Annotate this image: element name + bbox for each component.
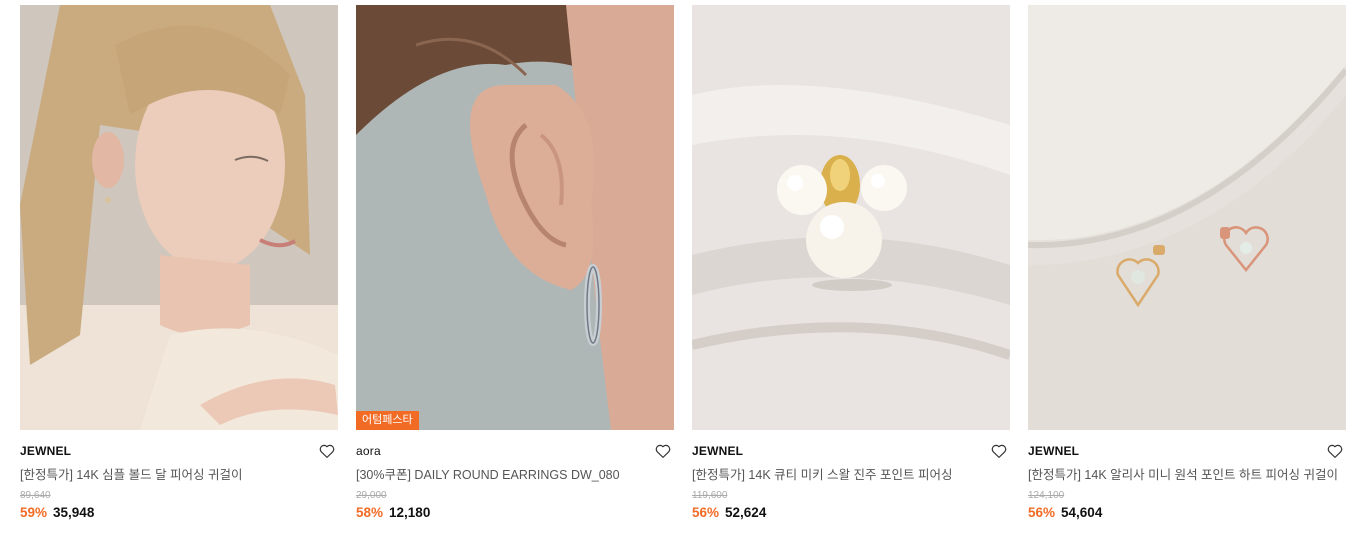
discount-rate: 56% [692,505,720,520]
brand-name[interactable]: JEWNEL [1028,444,1346,459]
promo-badge: 어텀페스타 [356,411,419,430]
product-image[interactable] [1028,5,1346,430]
product-name[interactable]: [한정특가] 14K 알리사 미니 원석 포인트 하트 피어싱 귀걸이 [1028,467,1346,483]
price-row: 58% 12,180 [356,505,674,521]
brand-name[interactable]: JEWNEL [692,444,1010,459]
original-price: 89,640 [20,490,51,501]
price-row: 56% 52,624 [692,505,1010,521]
discount-rate: 59% [20,505,48,520]
product-image[interactable] [692,5,1010,430]
price-row: 59% 35,948 [20,505,338,521]
original-price: 124,100 [1028,490,1065,501]
product-image[interactable]: 어텀페스타 [356,5,674,430]
product-name[interactable]: [30%쿠폰] DAILY ROUND EARRINGS DW_080 [356,467,674,483]
pearl-piercing-photo [692,5,1010,430]
sale-price: 12,180 [389,505,431,520]
discount-rate: 56% [1028,505,1056,520]
ear-earring-photo [356,5,674,430]
product-card[interactable]: JEWNEL [한정특가] 14K 알리사 미니 원석 포인트 하트 피어싱 귀… [1028,5,1346,521]
product-name[interactable]: [한정특가] 14K 큐티 미키 스왈 진주 포인트 피어싱 [692,467,1010,483]
heart-icon[interactable] [318,442,336,460]
price-row: 56% 54,604 [1028,505,1346,521]
brand-name[interactable]: JEWNEL [20,444,338,459]
sale-price: 54,604 [1061,505,1103,520]
heart-icon[interactable] [990,442,1008,460]
product-card[interactable]: JEWNEL [한정특가] 14K 심플 볼드 달 피어싱 귀걸이 89,640… [20,5,338,521]
product-info: aora [30%쿠폰] DAILY ROUND EARRINGS DW_080… [356,430,674,521]
product-info: JEWNEL [한정특가] 14K 큐티 미키 스왈 진주 포인트 피어싱 11… [692,430,1010,521]
discount-rate: 58% [356,505,384,520]
product-grid: JEWNEL [한정특가] 14K 심플 볼드 달 피어싱 귀걸이 89,640… [0,0,1361,541]
product-info: JEWNEL [한정특가] 14K 알리사 미니 원석 포인트 하트 피어싱 귀… [1028,430,1346,521]
product-info: JEWNEL [한정특가] 14K 심플 볼드 달 피어싱 귀걸이 89,640… [20,430,338,521]
product-name[interactable]: [한정특가] 14K 심플 볼드 달 피어싱 귀걸이 [20,467,338,483]
heart-icon[interactable] [654,442,672,460]
heart-icon[interactable] [1326,442,1344,460]
sale-price: 52,624 [725,505,767,520]
product-card[interactable]: 어텀페스타 aora [30%쿠폰] DAILY ROUND EARRINGS … [356,5,674,521]
product-card[interactable]: JEWNEL [한정특가] 14K 큐티 미키 스왈 진주 포인트 피어싱 11… [692,5,1010,521]
heart-piercing-photo [1028,5,1346,430]
product-image[interactable] [20,5,338,430]
brand-name[interactable]: aora [356,444,674,459]
model-earring-photo [20,5,338,430]
original-price: 119,600 [692,490,728,501]
original-price: 29,000 [356,490,387,501]
sale-price: 35,948 [53,505,95,520]
